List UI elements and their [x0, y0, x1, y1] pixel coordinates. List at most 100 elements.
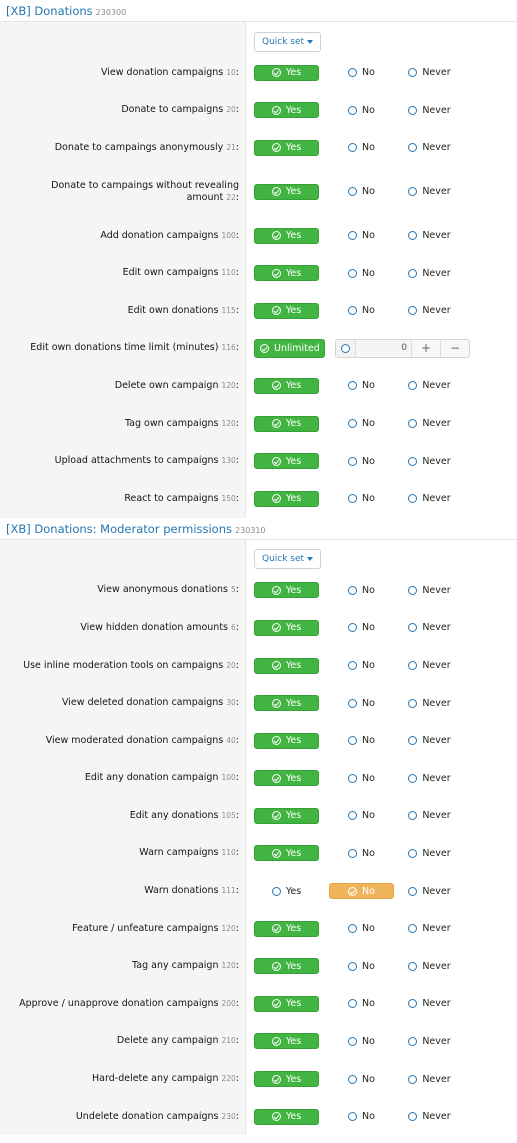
option-never[interactable]: Never: [397, 453, 462, 469]
option-no[interactable]: No: [329, 958, 394, 974]
time-limit-input[interactable]: 0: [356, 339, 411, 357]
option-never[interactable]: Never: [397, 921, 462, 937]
increment-button[interactable]: +: [411, 339, 440, 357]
option-no[interactable]: No: [329, 1109, 394, 1125]
option-yes[interactable]: Yes: [254, 807, 319, 824]
option-no[interactable]: No: [329, 453, 394, 469]
option-never[interactable]: Never: [397, 416, 462, 432]
option-yes[interactable]: Yes: [254, 139, 319, 156]
option-never[interactable]: Never: [397, 770, 462, 786]
option-no[interactable]: No: [329, 695, 394, 711]
option-no[interactable]: No: [329, 184, 394, 200]
permission-control: Yes No Never: [245, 405, 517, 443]
option-never[interactable]: Never: [397, 1109, 462, 1125]
option-never[interactable]: Never: [397, 184, 462, 200]
option-never[interactable]: Never: [397, 303, 462, 319]
quick-set-button[interactable]: Quick set: [254, 549, 322, 570]
label-colon: :: [235, 960, 239, 972]
option-no[interactable]: No: [329, 416, 394, 432]
option-no[interactable]: No: [329, 228, 394, 244]
option-yes[interactable]: Yes: [254, 958, 319, 975]
option-no-label: No: [362, 885, 375, 897]
quick-set-button[interactable]: Quick set: [254, 31, 322, 52]
radio-icon: [348, 736, 358, 746]
option-no[interactable]: No: [329, 265, 394, 281]
option-no[interactable]: No: [329, 582, 394, 598]
option-never[interactable]: Never: [397, 1071, 462, 1087]
option-no[interactable]: No: [329, 883, 394, 900]
option-yes[interactable]: Yes: [254, 732, 319, 749]
option-yes[interactable]: Yes: [254, 415, 319, 432]
label-colon: :: [235, 997, 239, 1009]
decrement-button[interactable]: −: [440, 339, 469, 357]
permission-order-value: 120: [221, 923, 236, 933]
option-yes[interactable]: Yes: [254, 183, 319, 200]
option-yes[interactable]: Yes: [254, 265, 319, 282]
option-yes[interactable]: Yes: [254, 490, 319, 507]
permission-order: 120: [221, 961, 235, 970]
option-never[interactable]: Never: [397, 140, 462, 156]
limit-radio[interactable]: [336, 339, 356, 357]
option-yes[interactable]: Yes: [254, 845, 319, 862]
option-never[interactable]: Never: [397, 102, 462, 118]
option-yes[interactable]: Yes: [254, 377, 319, 394]
option-yes[interactable]: Yes: [254, 1108, 319, 1125]
unlimited-toggle[interactable]: Unlimited: [254, 338, 325, 358]
option-never[interactable]: Never: [397, 491, 462, 507]
option-yes[interactable]: Yes: [254, 1033, 319, 1050]
option-no[interactable]: No: [329, 921, 394, 937]
permission-label-wrap: Edit own donations time limit (minutes) 1…: [30, 342, 239, 354]
option-never[interactable]: Never: [397, 808, 462, 824]
option-never[interactable]: Never: [397, 1033, 462, 1049]
option-yes[interactable]: Yes: [254, 883, 319, 899]
option-yes[interactable]: Yes: [254, 1071, 319, 1088]
option-never[interactable]: Never: [397, 265, 462, 281]
option-never[interactable]: Never: [397, 695, 462, 711]
option-no[interactable]: No: [329, 65, 394, 81]
option-yes[interactable]: Yes: [254, 770, 319, 787]
option-never[interactable]: Never: [397, 582, 462, 598]
option-never[interactable]: Never: [397, 658, 462, 674]
option-no[interactable]: No: [329, 102, 394, 118]
permission-label-wrap: Edit own campaigns 110:: [123, 267, 239, 279]
option-no[interactable]: No: [329, 808, 394, 824]
option-no[interactable]: No: [329, 1071, 394, 1087]
option-yes[interactable]: Yes: [254, 619, 319, 636]
option-yes[interactable]: Yes: [254, 695, 319, 712]
option-never[interactable]: Never: [397, 845, 462, 861]
option-no[interactable]: No: [329, 378, 394, 394]
check-circle-icon: [260, 343, 269, 353]
option-no[interactable]: No: [329, 1033, 394, 1049]
option-never[interactable]: Never: [397, 958, 462, 974]
option-yes[interactable]: Yes: [254, 995, 319, 1012]
option-never-label: Never: [422, 142, 451, 154]
option-never[interactable]: Never: [397, 996, 462, 1012]
permission-control: Yes No Never: [245, 947, 517, 985]
option-no[interactable]: No: [329, 658, 394, 674]
permission-control: Yes No Never: [245, 910, 517, 948]
option-yes[interactable]: Yes: [254, 582, 319, 599]
option-yes[interactable]: Yes: [254, 920, 319, 937]
option-yes[interactable]: Yes: [254, 453, 319, 470]
option-never[interactable]: Never: [397, 883, 462, 899]
option-yes[interactable]: Yes: [254, 302, 319, 319]
option-yes[interactable]: Yes: [254, 102, 319, 119]
option-never[interactable]: Never: [397, 620, 462, 636]
option-no[interactable]: No: [329, 733, 394, 749]
option-yes[interactable]: Yes: [254, 657, 319, 674]
permission-group: Quick set View anonymous donations 5: Yes No…: [0, 539, 517, 1136]
option-never[interactable]: Never: [397, 378, 462, 394]
option-never[interactable]: Never: [397, 733, 462, 749]
option-no[interactable]: No: [329, 620, 394, 636]
option-no[interactable]: No: [329, 303, 394, 319]
option-no[interactable]: No: [329, 845, 394, 861]
option-no[interactable]: No: [329, 996, 394, 1012]
option-never[interactable]: Never: [397, 228, 462, 244]
radio-icon: [348, 1074, 358, 1084]
option-never[interactable]: Never: [397, 65, 462, 81]
option-yes[interactable]: Yes: [254, 227, 319, 244]
option-no[interactable]: No: [329, 491, 394, 507]
option-no[interactable]: No: [329, 140, 394, 156]
option-yes[interactable]: Yes: [254, 64, 319, 81]
option-no[interactable]: No: [329, 770, 394, 786]
